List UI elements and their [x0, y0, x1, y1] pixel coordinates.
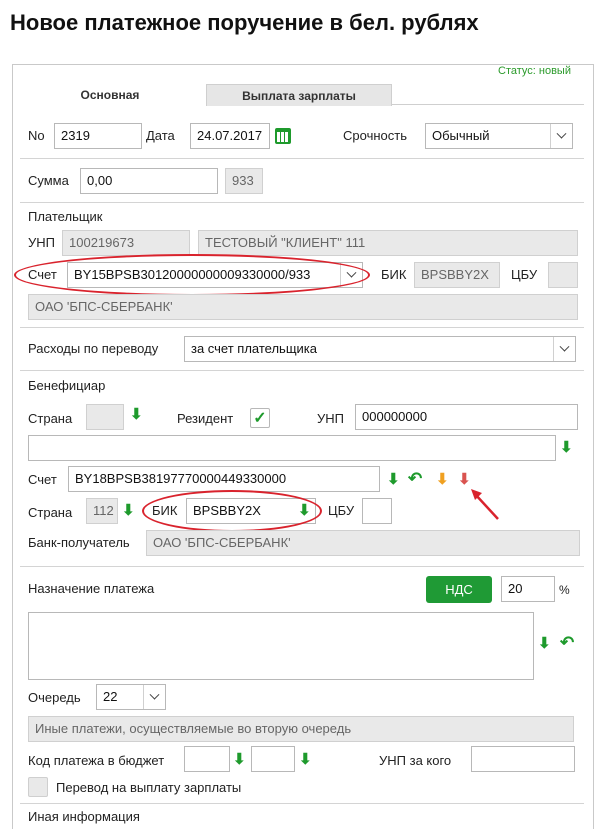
budget-code-label: Код платежа в бюджет [28, 753, 165, 768]
queue-description-field: Иные платежи, осуществляемые во вторую о… [28, 716, 574, 742]
other-info-label: Иная информация [28, 809, 140, 824]
queue-select[interactable]: 22 [96, 684, 166, 710]
arrow-down-icon[interactable]: ⬇ [233, 752, 246, 767]
beneficiary-bank-field: ОАО 'БПС-СБЕРБАНК' [146, 530, 580, 556]
highlight-ellipse [14, 254, 370, 296]
beneficiary-country2-field: 112 [86, 498, 118, 524]
status-label: Статус: новый [498, 65, 571, 77]
chevron-down-icon[interactable] [143, 685, 165, 709]
unp-for-field[interactable] [471, 746, 575, 772]
undo-arrow-icon[interactable]: ↶ [560, 634, 574, 651]
beneficiary-cbu-label: ЦБУ [328, 503, 355, 518]
beneficiary-bank-label: Банк-получатель [28, 535, 130, 550]
payer-unp-label: УНП [28, 235, 55, 250]
chevron-down-icon[interactable] [550, 124, 572, 148]
purpose-textarea[interactable] [28, 612, 534, 680]
arrow-down-icon[interactable]: ⬇ [458, 472, 471, 487]
beneficiary-cbu-field[interactable] [362, 498, 392, 524]
salary-transfer-checkbox[interactable] [28, 777, 48, 797]
calendar-icon[interactable] [275, 128, 291, 144]
arrow-down-icon[interactable]: ⬇ [130, 407, 143, 422]
amount-field[interactable]: 0,00 [80, 168, 218, 194]
salary-transfer-label: Перевод на выплату зарплаты [56, 780, 242, 795]
number-label: No [28, 128, 45, 143]
arrow-down-icon[interactable]: ⬇ [560, 440, 573, 455]
beneficiary-account-label: Счет [28, 472, 57, 487]
urgency-select[interactable]: Обычный [425, 123, 573, 149]
percent-label: % [559, 583, 570, 597]
expenses-value: за счет плательщика [191, 341, 317, 356]
queue-label: Очередь [28, 690, 81, 705]
tab-main[interactable]: Основная [14, 84, 206, 106]
nds-rate-field[interactable]: 20 [501, 576, 555, 602]
tab-divider [392, 104, 584, 105]
amount-label: Сумма [28, 173, 69, 188]
unp-for-label: УНП за кого [379, 753, 452, 768]
expenses-label: Расходы по переводу [28, 341, 159, 356]
payer-bank-field: ОАО 'БПС-СБЕРБАНК' [28, 294, 578, 320]
arrow-down-icon[interactable]: ⬇ [299, 752, 312, 767]
date-label: Дата [146, 128, 175, 143]
resident-label: Резидент [177, 411, 234, 426]
payer-name-field: ТЕСТОВЫЙ "КЛИЕНТ" 111 [198, 230, 578, 256]
arrow-down-icon[interactable]: ⬇ [436, 472, 449, 487]
nds-button[interactable]: НДС [426, 576, 492, 603]
beneficiary-section-label: Бенефициар [28, 378, 106, 393]
date-field[interactable]: 24.07.2017 [190, 123, 270, 149]
beneficiary-country-field[interactable] [86, 404, 124, 430]
payer-bik-field: BPSBBY2X [414, 262, 500, 288]
queue-value: 22 [103, 689, 118, 704]
beneficiary-country2-label: Страна [28, 505, 73, 520]
beneficiary-name-field[interactable] [28, 435, 556, 461]
payer-bik-label: БИК [381, 267, 407, 282]
budget-code-field-1[interactable] [184, 746, 230, 772]
payer-unp-field: 100219673 [62, 230, 190, 256]
payer-cbu-field [548, 262, 578, 288]
expenses-select[interactable]: за счет плательщика [184, 336, 576, 362]
checkmark-icon: ✓ [253, 410, 267, 427]
divider [20, 158, 584, 159]
divider [20, 566, 584, 567]
chevron-down-icon[interactable] [553, 337, 575, 361]
urgency-label: Срочность [343, 128, 407, 143]
highlight-ellipse [142, 490, 322, 532]
undo-arrow-icon[interactable]: ↶ [408, 470, 422, 487]
divider [20, 370, 584, 371]
tab-salary[interactable]: Выплата зарплаты [206, 84, 392, 106]
beneficiary-account-field[interactable]: BY18BPSB38197770000449330000 [68, 466, 380, 492]
divider [20, 327, 584, 328]
currency-field: 933 [225, 168, 263, 194]
beneficiary-unp-field[interactable]: 000000000 [355, 404, 578, 430]
beneficiary-country-label: Страна [28, 411, 73, 426]
beneficiary-unp-label: УНП [317, 411, 344, 426]
urgency-value: Обычный [432, 128, 490, 143]
arrow-down-icon[interactable]: ⬇ [122, 503, 135, 518]
arrow-down-icon[interactable]: ⬇ [387, 472, 400, 487]
number-field[interactable]: 2319 [54, 123, 142, 149]
purpose-label: Назначение платежа [28, 581, 155, 596]
divider [20, 202, 584, 203]
arrow-down-icon[interactable]: ⬇ [538, 636, 551, 651]
payer-section-label: Плательщик [28, 209, 103, 224]
page-title: Новое платежное поручение в бел. рублях [10, 10, 479, 35]
budget-code-field-2[interactable] [251, 746, 295, 772]
resident-checkbox[interactable]: ✓ [250, 408, 270, 428]
payer-cbu-label: ЦБУ [511, 267, 538, 282]
pointer-arrow-icon [471, 489, 499, 520]
